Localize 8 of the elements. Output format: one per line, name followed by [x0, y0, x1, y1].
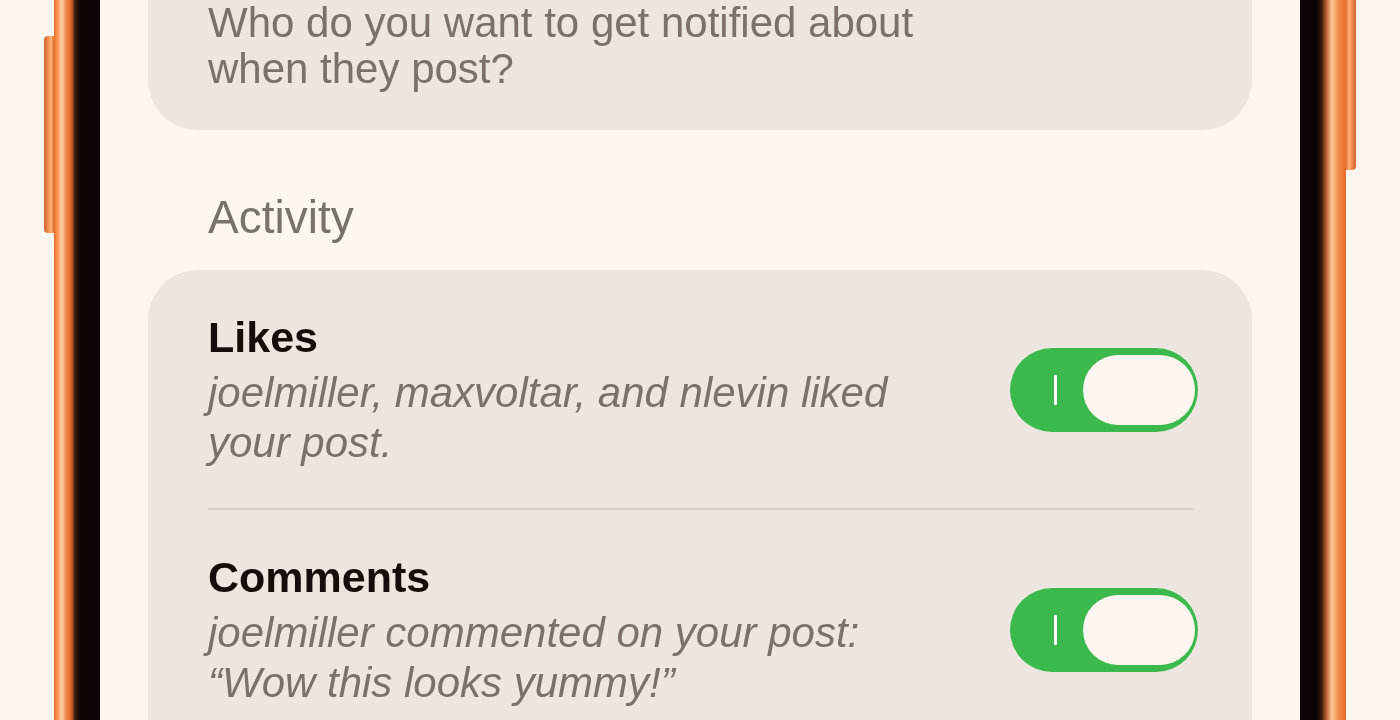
- on-indicator-icon: [1053, 615, 1057, 645]
- notification-description: joelmiller, maxvoltar, and nlevin liked your post.: [200, 368, 956, 468]
- notification-title: Comments: [208, 552, 431, 602]
- prompt-text: Who do you want to get notified about when they post?: [208, 0, 915, 92]
- on-indicator-icon: [1053, 375, 1057, 405]
- section-title: Activity: [208, 190, 354, 244]
- notification-title: Likes: [208, 312, 318, 362]
- notification-description: joelmiller commented on your post: “Wow this looks yummy!”: [200, 608, 956, 708]
